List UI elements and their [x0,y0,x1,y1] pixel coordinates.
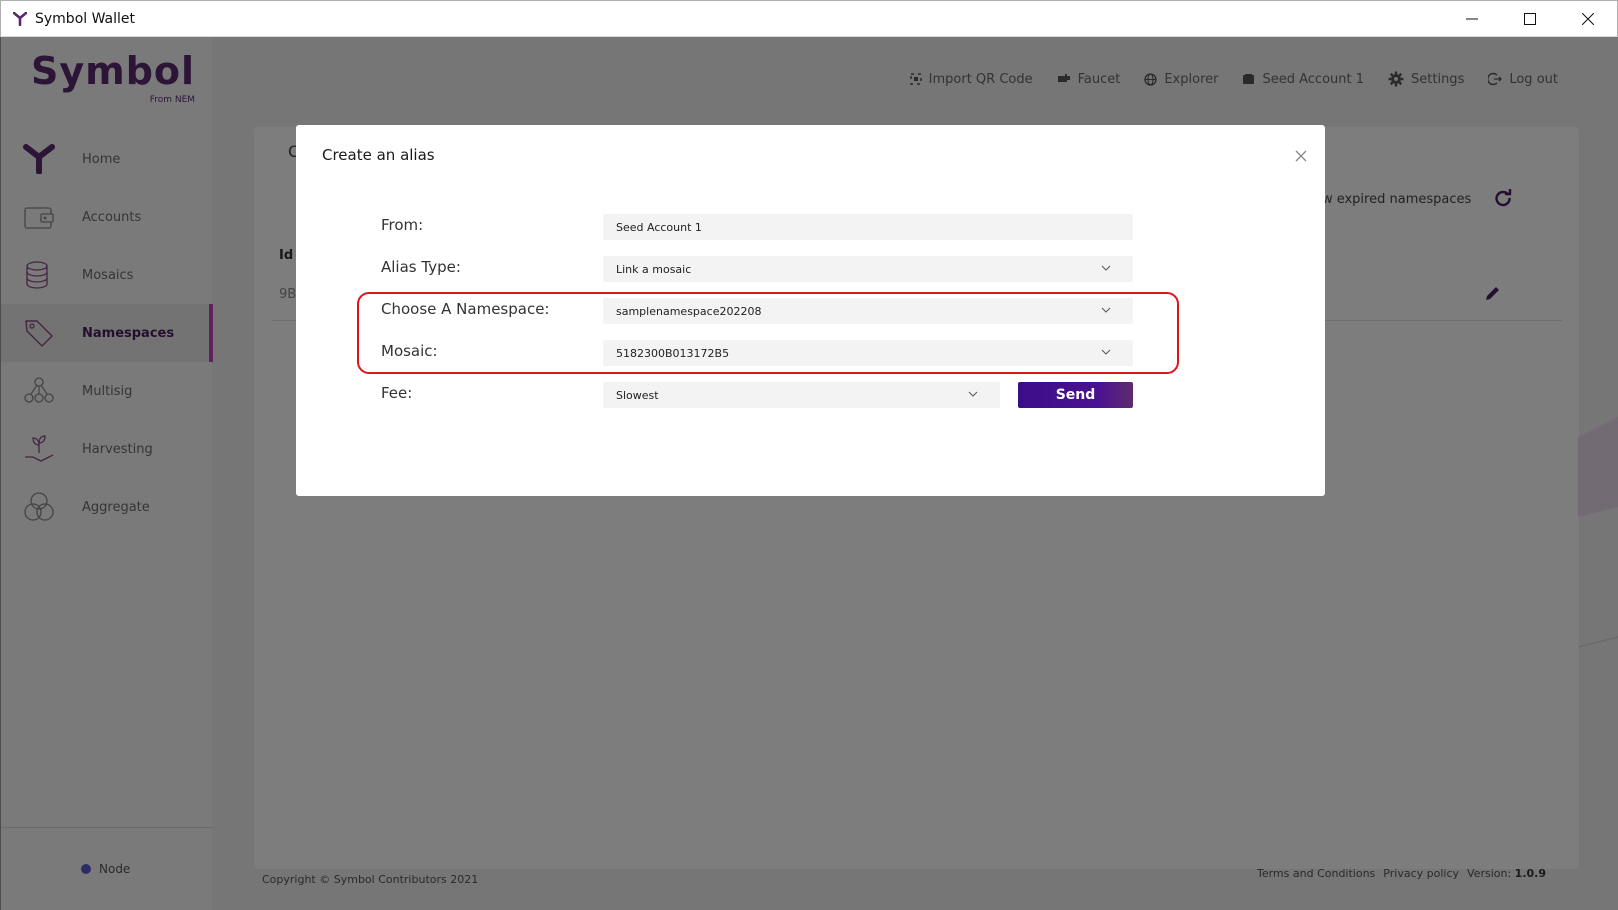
fee-select[interactable]: Slowest [603,382,1000,408]
fee-label: Fee: [381,384,413,402]
alias-type-select[interactable]: Link a mosaic [603,256,1133,282]
alias-type-label: Alias Type: [381,258,461,276]
maximize-icon [1524,13,1536,25]
annotation-highlight [357,292,1179,374]
alias-type-value: Link a mosaic [616,262,692,276]
close-icon [1582,13,1594,25]
close-window-button[interactable] [1559,1,1617,37]
modal-title: Create an alias [322,146,435,164]
symbol-app-icon [13,11,27,26]
from-field: Seed Account 1 [603,214,1133,240]
close-icon [1295,150,1307,162]
window-controls [1443,1,1617,37]
maximize-button[interactable] [1501,1,1559,37]
window-title: Symbol Wallet [35,10,136,27]
from-label: From: [381,216,424,234]
from-value: Seed Account 1 [616,220,702,234]
minimize-button[interactable] [1443,1,1501,37]
chevron-down-icon [1101,265,1111,271]
minimize-icon [1466,18,1478,20]
modal-close-button[interactable] [1295,147,1309,162]
send-button[interactable]: Send [1018,382,1133,408]
chevron-down-icon [968,391,978,397]
fee-value: Slowest [616,388,659,402]
window-titlebar: Symbol Wallet [0,0,1618,37]
